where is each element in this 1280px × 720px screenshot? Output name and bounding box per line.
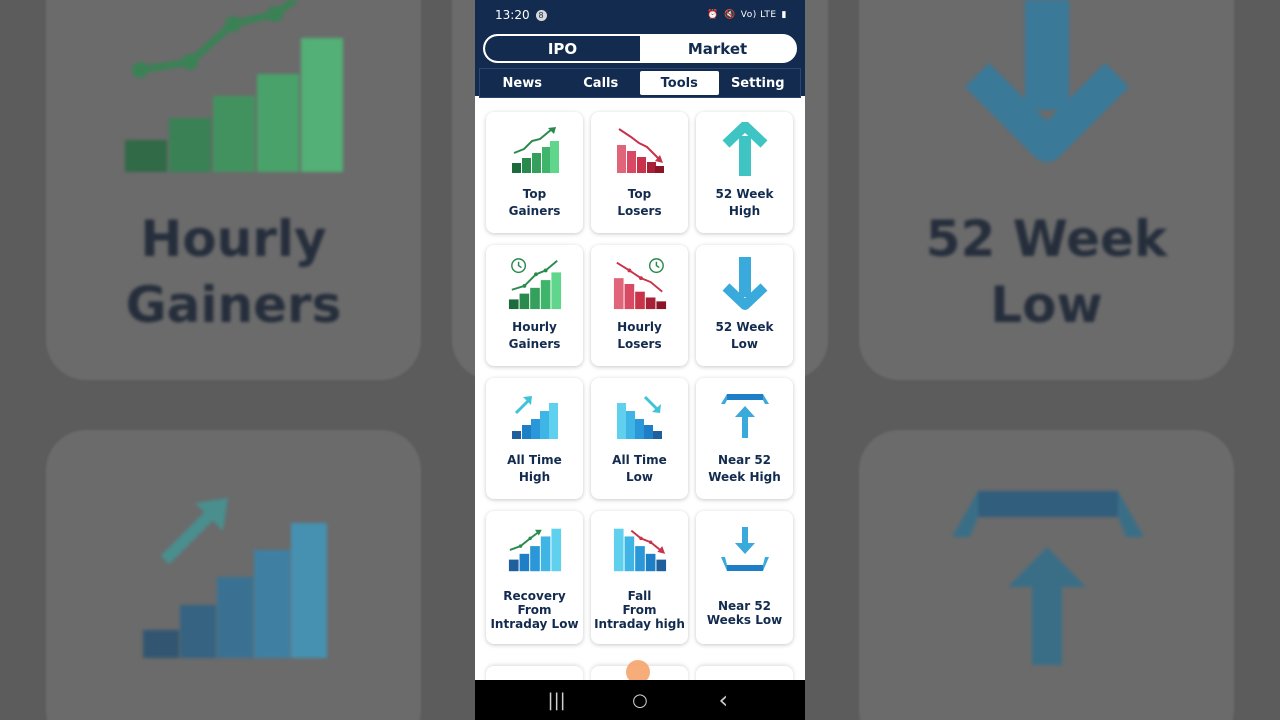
- tool-card-top-gainers[interactable]: Top Gainers: [486, 112, 583, 233]
- arrow-up-icon: [722, 122, 767, 176]
- tool-card-all-time-high[interactable]: All Time High: [486, 378, 583, 499]
- hourly-gainers-icon: [508, 258, 561, 310]
- status-indicators: ⏰ 🔇 Vo) LTE ▮: [707, 10, 787, 20]
- tab-news[interactable]: News: [483, 71, 562, 95]
- recents-button[interactable]: |||: [537, 690, 577, 711]
- bg-all-time-high-icon: [143, 498, 327, 658]
- phone-screen: 13:20 8 ⏰ 🔇 Vo) LTE ▮ IPO Market News Ca…: [475, 0, 805, 720]
- tool-card-52-week-high[interactable]: 52 Week High: [696, 112, 793, 233]
- mute-icon: 🔇: [724, 10, 736, 20]
- notification-badge-icon: 8: [535, 9, 547, 21]
- bg-right-text: 52 Week Low: [925, 210, 1168, 334]
- alarm-icon: ⏰: [707, 10, 720, 20]
- tool-label: Top Gainers: [508, 187, 561, 218]
- all-time-high-icon: [511, 396, 558, 439]
- top-gainers-icon: [511, 127, 559, 173]
- tool-label: Near 52 Weeks Low: [706, 599, 783, 627]
- segment-market[interactable]: Market: [640, 36, 795, 61]
- tool-label: Near 52 Week High: [708, 453, 781, 484]
- segment-control: IPO Market: [483, 34, 797, 63]
- battery-icon: ▮: [781, 10, 787, 20]
- bg-hourly-gainers-icon: [125, 0, 343, 172]
- home-button[interactable]: ○: [620, 690, 660, 711]
- tool-label: Hourly Losers: [617, 320, 662, 351]
- arrow-down-icon: [722, 257, 767, 310]
- tools-grid: Top Gainers Top Losers 52 Week High Hour…: [486, 112, 794, 644]
- tool-label: 52 Week High: [715, 187, 774, 218]
- fall-icon: [613, 528, 666, 572]
- tool-card-hourly-gainers[interactable]: Hourly Gainers: [486, 245, 583, 366]
- tool-label: Hourly Gainers: [508, 320, 561, 351]
- segment-ipo[interactable]: IPO: [485, 36, 640, 61]
- tool-label: 52 Week Low: [715, 320, 774, 351]
- tool-card-all-time-low[interactable]: All Time Low: [591, 378, 688, 499]
- back-button[interactable]: ‹: [703, 686, 743, 714]
- tab-bar: News Calls Tools Setting: [479, 68, 801, 98]
- tool-card-fall-from-intraday-high[interactable]: Fall From Intraday high: [591, 511, 688, 644]
- tool-label: Recovery From Intraday Low: [490, 589, 579, 631]
- top-losers-icon: [616, 128, 664, 173]
- bg-arrow-down-icon: [964, 0, 1130, 162]
- tool-card-near-52-weeks-low[interactable]: Near 52 Weeks Low: [696, 511, 793, 644]
- status-bar: 13:20 8 ⏰ 🔇 Vo) LTE ▮: [475, 0, 805, 30]
- near-52-weeks-low-icon: [720, 527, 769, 571]
- bg-left-text: Hourly Gainers: [125, 210, 342, 334]
- recovery-icon: [508, 528, 561, 572]
- tool-card-52-week-low[interactable]: 52 Week Low: [696, 245, 793, 366]
- tab-setting[interactable]: Setting: [719, 71, 798, 95]
- tab-calls[interactable]: Calls: [562, 71, 641, 95]
- tool-card-recovery-from-intraday-low[interactable]: Recovery From Intraday Low: [486, 511, 583, 644]
- hourly-losers-icon: [613, 258, 666, 310]
- tab-tools[interactable]: Tools: [640, 71, 719, 95]
- status-time: 13:20: [495, 8, 530, 22]
- tool-label: All Time Low: [612, 453, 667, 484]
- bg-near-52-week-high-icon: [952, 491, 1144, 665]
- network-indicator: Vo) LTE: [740, 10, 777, 20]
- tool-card-near-52-week-high[interactable]: Near 52 Week High: [696, 378, 793, 499]
- tool-label: Fall From Intraday high: [594, 589, 685, 631]
- tool-card-top-losers[interactable]: Top Losers: [591, 112, 688, 233]
- tool-label: All Time High: [507, 453, 562, 484]
- tool-card-hourly-losers[interactable]: Hourly Losers: [591, 245, 688, 366]
- near-52-week-high-icon: [720, 394, 769, 438]
- tool-label: Top Losers: [617, 187, 662, 218]
- system-nav-bar: ||| ○ ‹: [475, 680, 805, 720]
- all-time-low-icon: [616, 395, 662, 439]
